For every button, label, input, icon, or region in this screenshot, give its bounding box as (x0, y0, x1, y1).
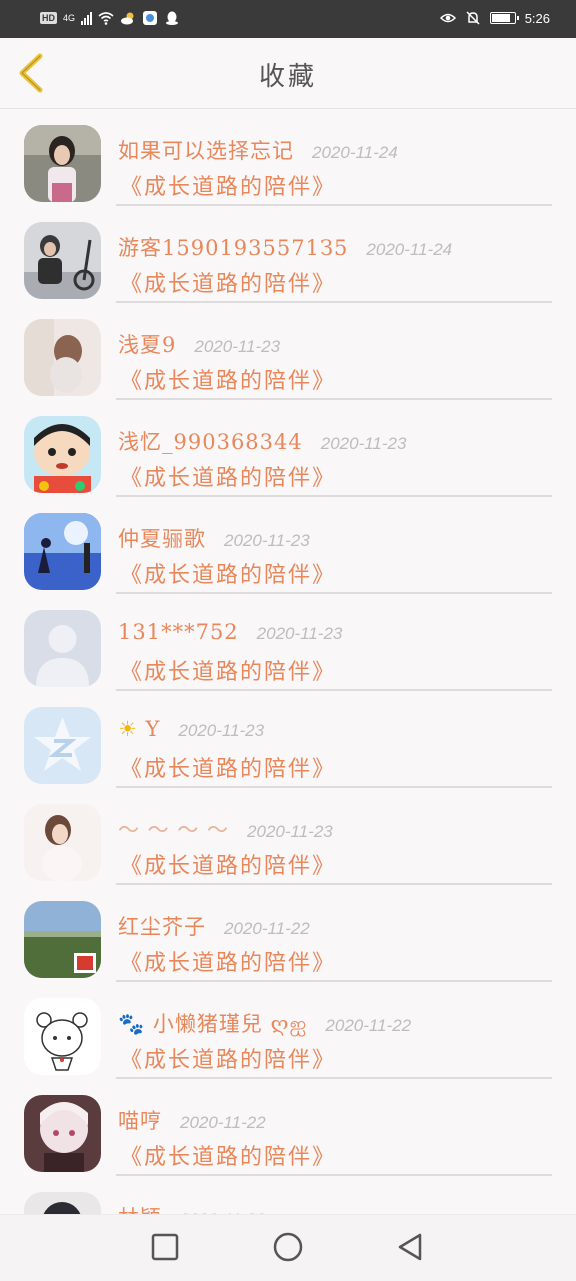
list-item[interactable]: 浅夏9 2020-11-23 《成长道路的陪伴》 (0, 303, 576, 400)
user-name-text: 小懒猪瑾兒 ღஐ (152, 1012, 308, 1036)
avatar (24, 1095, 101, 1172)
item-meta: ☀ Y 2020-11-23 (118, 717, 556, 741)
avatar (24, 222, 101, 299)
item-meta: ～ ～ ～ ～ 2020-11-23 (118, 814, 556, 844)
book-title[interactable]: 《成长道路的陪伴》 (120, 460, 336, 492)
item-meta: 131***752 2020-11-23 (118, 620, 556, 644)
user-name: 仲夏骊歌 (118, 527, 206, 551)
book-title[interactable]: 《成长道路的陪伴》 (120, 169, 336, 201)
user-name: ～ ～ ～ ～ (118, 818, 230, 842)
avatar (24, 416, 101, 493)
signal-icon (81, 11, 93, 25)
book-title[interactable]: 《成长道路的陪伴》 (120, 751, 336, 783)
avatar (24, 707, 101, 784)
book-title[interactable]: 《成长道路的陪伴》 (120, 363, 336, 395)
header: 收藏 (0, 38, 576, 109)
app-notification-icon (143, 11, 158, 25)
book-title[interactable]: 《成长道路的陪伴》 (120, 1139, 336, 1171)
user-name: ☀ Y (118, 717, 160, 741)
avatar (24, 610, 101, 687)
book-title[interactable]: 《成长道路的陪伴》 (120, 557, 336, 589)
item-meta: 林颖 2020-11-22 (118, 1202, 556, 1214)
favorite-date: 2020-11-22 (325, 1016, 412, 1035)
status-right: 5:26 (439, 10, 550, 26)
avatar (24, 804, 101, 881)
avatar (24, 901, 101, 978)
qzone-star-icon (24, 707, 101, 784)
status-left: HD 4G (40, 10, 180, 26)
list-item[interactable]: 浅忆_990368344 2020-11-23 《成长道路的陪伴》 (0, 400, 576, 497)
avatar (24, 1192, 101, 1214)
book-title[interactable]: 《成长道路的陪伴》 (120, 1042, 336, 1074)
recent-apps-button[interactable] (149, 1231, 181, 1263)
book-title[interactable]: 《成长道路的陪伴》 (120, 848, 336, 880)
avatar (24, 998, 101, 1075)
status-bar: HD 4G 5:26 (0, 0, 576, 38)
list-item[interactable]: 林颖 2020-11-22 (0, 1176, 576, 1214)
user-name: 🐾 小懒猪瑾兒 ღஐ (118, 1008, 307, 1039)
page-title: 收藏 (258, 62, 317, 92)
book-title[interactable]: 《成长道路的陪伴》 (120, 266, 336, 298)
home-button[interactable] (272, 1231, 304, 1263)
favorite-date: 2020-11-23 (256, 624, 343, 643)
list-item[interactable]: 游客15901935571З5 2020-11-24 《成长道路的陪伴》 (0, 206, 576, 303)
back-nav-button[interactable] (394, 1231, 426, 1263)
favorite-date: 2020-11-23 (194, 337, 281, 356)
book-title[interactable]: 《成长道路的陪伴》 (120, 654, 336, 686)
avatar (24, 513, 101, 590)
list-item[interactable]: 喵哼 2020-11-22 《成长道路的陪伴》 (0, 1079, 576, 1176)
avatar (24, 319, 101, 396)
bell-off-icon (466, 11, 480, 25)
favorite-date: 2020-11-23 (178, 721, 265, 740)
item-meta: 仲夏骊歌 2020-11-23 (118, 523, 556, 553)
user-name: 浅忆_990368344 (118, 430, 303, 454)
user-name: 游客15901935571З5 (118, 236, 349, 260)
default-avatar-icon (24, 610, 101, 687)
list-item[interactable]: 131***752 2020-11-23 《成长道路的陪伴》 (0, 594, 576, 691)
item-meta: 浅忆_990368344 2020-11-23 (118, 426, 556, 456)
favorite-date: 2020-11-23 (247, 822, 333, 841)
sun-emoji-icon: ☀ (118, 717, 138, 741)
favorites-list[interactable]: 如果可以选择忘记 2020-11-24 《成长道路的陪伴》 游客15901935… (0, 109, 576, 1214)
user-name: 林颖 (118, 1202, 162, 1214)
item-meta: 游客15901935571З5 2020-11-24 (118, 232, 556, 262)
battery-icon (489, 12, 519, 24)
favorite-date: 2020-11-23 (320, 434, 407, 453)
user-name: 如果可以选择忘记 (118, 139, 294, 163)
eye-icon (439, 13, 456, 23)
list-item[interactable]: ～ ～ ～ ～ 2020-11-23 《成长道路的陪伴》 (0, 788, 576, 885)
favorite-date: 2020-11-24 (312, 143, 398, 162)
wifi-icon (98, 12, 114, 25)
item-meta: 🐾 小懒猪瑾兒 ღஐ 2020-11-22 (118, 1008, 556, 1039)
user-name: 浅夏9 (118, 333, 177, 357)
list-item[interactable]: 红尘芥子 2020-11-22 《成长道路的陪伴》 (0, 885, 576, 982)
favorite-date: 2020-11-24 (366, 240, 453, 259)
user-name-text: Y (145, 717, 161, 741)
list-item[interactable]: 🐾 小懒猪瑾兒 ღஐ 2020-11-22 《成长道路的陪伴》 (0, 982, 576, 1079)
avatar (24, 125, 101, 202)
weather-icon (121, 12, 134, 25)
favorite-date: 2020-11-23 (224, 531, 310, 550)
clock: 5:26 (524, 10, 550, 26)
item-meta: 喵哼 2020-11-22 (118, 1105, 556, 1135)
user-name: 喵哼 (118, 1109, 162, 1133)
list-item[interactable]: 如果可以选择忘记 2020-11-24 《成长道路的陪伴》 (0, 109, 576, 206)
hd-badge: HD (40, 12, 57, 24)
paw-icon: 🐾 (118, 1012, 146, 1036)
favorite-date: 2020-11-22 (180, 1113, 266, 1132)
favorite-date: 2020-11-22 (224, 919, 310, 938)
book-title[interactable]: 《成长道路的陪伴》 (120, 945, 336, 977)
list-item[interactable]: ☀ Y 2020-11-23 《成长道路的陪伴》 (0, 691, 576, 788)
item-meta: 如果可以选择忘记 2020-11-24 (118, 135, 556, 165)
user-name: 红尘芥子 (118, 915, 206, 939)
system-nav-bar (0, 1214, 576, 1281)
qq-icon (166, 11, 179, 25)
network-type: 4G (63, 13, 76, 23)
item-meta: 浅夏9 2020-11-23 (118, 329, 556, 359)
item-meta: 红尘芥子 2020-11-22 (118, 911, 556, 941)
user-name: 131***752 (118, 620, 239, 644)
list-item[interactable]: 仲夏骊歌 2020-11-23 《成长道路的陪伴》 (0, 497, 576, 594)
